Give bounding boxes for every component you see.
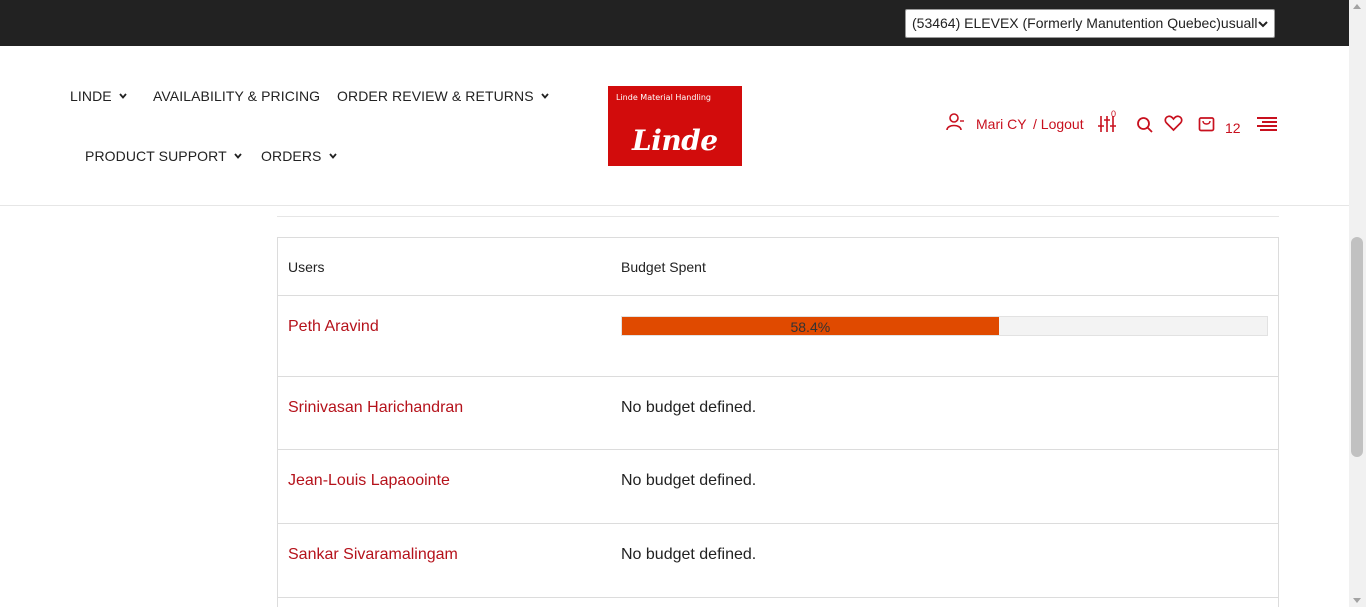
scroll-thumb[interactable]: [1351, 237, 1363, 457]
table-row: Sankar Sivaramalingam No budget defined.: [278, 524, 1278, 598]
chevron-down-icon: [119, 93, 127, 99]
scroll-up-icon[interactable]: [1353, 4, 1361, 9]
top-bar: (53464) ELEVEX (Formerly Manutention Que…: [0, 0, 1349, 46]
logo-wordmark: Linde: [632, 124, 718, 157]
chevron-down-icon: [1258, 21, 1268, 28]
nav-orders[interactable]: ORDERS: [261, 148, 338, 164]
nav-linde[interactable]: LINDE: [70, 88, 128, 104]
table-row: Srinivasan Harichandran No budget define…: [278, 377, 1278, 450]
nav-product-support[interactable]: PRODUCT SUPPORT: [85, 148, 243, 164]
budget-progress-label: 58.4%: [790, 319, 831, 335]
user-link[interactable]: Peth Aravind: [288, 318, 379, 336]
chevron-down-icon: [234, 153, 242, 159]
user-icon[interactable]: [945, 112, 965, 132]
search-icon[interactable]: [1136, 116, 1154, 134]
nav-order-review-returns[interactable]: ORDER REVIEW & RETURNS: [337, 88, 550, 104]
nav-availability-label: AVAILABILITY & PRICING: [153, 88, 321, 104]
user-name-link[interactable]: Mari CY: [976, 112, 1027, 136]
content-divider: [277, 216, 1279, 217]
menu-icon[interactable]: [1257, 116, 1277, 132]
scroll-down-icon[interactable]: [1353, 598, 1361, 603]
page-scrollbar[interactable]: [1349, 0, 1366, 607]
linde-logo[interactable]: Linde Material Handling Linde: [608, 86, 742, 166]
cart-icon[interactable]: [1198, 114, 1215, 132]
nav-product-support-label: PRODUCT SUPPORT: [85, 148, 227, 164]
table-row: Jean-Louis Lapaoointe No budget defined.: [278, 450, 1278, 524]
logo-tagline: Linde Material Handling: [616, 93, 711, 102]
account-select[interactable]: (53464) ELEVEX (Formerly Manutention Que…: [905, 9, 1275, 38]
chevron-down-icon: [328, 153, 337, 159]
table-header-row: Users Budget Spent: [278, 238, 1278, 296]
nav-availability-pricing[interactable]: AVAILABILITY & PRICING: [153, 88, 320, 104]
logout-label: / Logout: [1033, 116, 1084, 132]
chevron-down-icon: [540, 93, 549, 99]
user-link[interactable]: Srinivasan Harichandran: [288, 399, 463, 417]
table-row: Peth Aravind 58.4%: [278, 296, 1278, 377]
column-header-budget: Budget Spent: [621, 259, 706, 275]
user-link[interactable]: Sankar Sivaramalingam: [288, 546, 458, 564]
cart-count: 12: [1225, 120, 1241, 136]
compare-count: 0: [1111, 109, 1117, 119]
nav-linde-label: LINDE: [70, 88, 112, 104]
nav-orders-label: ORDERS: [261, 148, 322, 164]
user-name: Mari CY: [976, 116, 1027, 132]
budget-table: Users Budget Spent Peth Aravind 58.4% Sr…: [277, 237, 1279, 607]
nav-order-review-label: ORDER REVIEW & RETURNS: [337, 88, 534, 104]
budget-status: No budget defined.: [621, 546, 757, 563]
heart-icon[interactable]: [1164, 114, 1183, 132]
site-header: LINDE AVAILABILITY & PRICING ORDER REVIE…: [0, 46, 1349, 206]
budget-status: No budget defined.: [621, 472, 757, 489]
account-select-value: (53464) ELEVEX (Formerly Manutention Que…: [912, 15, 1258, 31]
logout-link[interactable]: / Logout: [1033, 112, 1084, 136]
column-header-users: Users: [288, 259, 325, 275]
budget-progress-bar: 58.4%: [621, 316, 1268, 336]
budget-status: No budget defined.: [621, 399, 757, 416]
user-link[interactable]: Jean-Louis Lapaoointe: [288, 472, 450, 490]
